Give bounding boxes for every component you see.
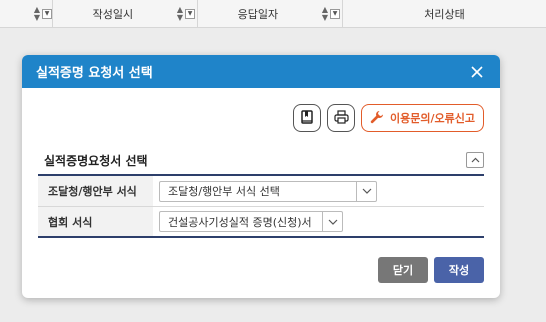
sort-updown-icon[interactable]: ▲ ▼	[322, 6, 328, 22]
table-column-0: ▲ ▼ ▼	[0, 0, 52, 28]
close-button[interactable]: 닫기	[378, 257, 428, 283]
table-column-created: 작성일시 ▲ ▼ ▼	[53, 0, 197, 28]
filter-dropdown-icon[interactable]: ▼	[42, 9, 52, 19]
close-icon[interactable]	[468, 63, 486, 81]
filter-dropdown-icon[interactable]: ▼	[330, 9, 340, 19]
filter-dropdown-icon[interactable]: ▼	[185, 9, 195, 19]
write-button[interactable]: 작성	[434, 257, 484, 283]
request-select-modal: 실적증명 요청서 선택 이용문의/오류신고 실적증명요청서 선택 조달청/행안부…	[22, 55, 500, 298]
print-icon	[333, 109, 349, 127]
chevron-down-icon[interactable]	[322, 212, 342, 231]
modal-footer: 닫기 작성	[378, 257, 484, 283]
chevron-up-icon[interactable]	[466, 152, 484, 168]
modal-toolbar: 이용문의/오류신고	[293, 104, 484, 132]
table-column-status: 처리상태	[424, 8, 465, 21]
form-row-association: 협회 서식 건설공사기성실적 증명(신청)서	[38, 207, 484, 238]
request-form-section: 실적증명요청서 선택 조달청/행안부 서식 조달청/행안부 서식 선택 협회 서…	[38, 146, 484, 238]
sort-updown-icon[interactable]: ▲ ▼	[177, 6, 183, 22]
select-value: 조달청/행안부 서식 선택	[168, 185, 280, 198]
help-report-label: 이용문의/오류신고	[390, 112, 475, 125]
form-label-association: 협회 서식	[38, 207, 153, 236]
chevron-down-icon[interactable]	[356, 181, 376, 201]
table-column-response-date: 응답일자 ▲ ▼ ▼	[198, 0, 342, 28]
modal-title: 실적증명 요청서 선택	[36, 66, 153, 81]
print-button[interactable]	[327, 104, 356, 132]
form-label-procurement: 조달청/행안부 서식	[38, 176, 153, 206]
form-row-procurement: 조달청/행안부 서식 조달청/행안부 서식 선택	[38, 176, 484, 207]
background-table-header: ▲ ▼ ▼ 작성일시 ▲ ▼ ▼ 응답일자 ▲ ▼ ▼ 처리상태	[0, 0, 546, 28]
select-value: 건설공사기성실적 증명(신청)서	[168, 215, 312, 229]
procurement-form-select[interactable]: 조달청/행안부 서식 선택	[159, 180, 377, 202]
book-icon	[300, 109, 314, 127]
wrench-icon	[370, 110, 384, 127]
section-title: 실적증명요청서 선택	[44, 153, 148, 168]
sort-updown-icon[interactable]: ▲ ▼	[34, 6, 40, 22]
help-report-button[interactable]: 이용문의/오류신고	[361, 104, 484, 132]
modal-header: 실적증명 요청서 선택	[22, 55, 500, 88]
section-header: 실적증명요청서 선택	[38, 146, 484, 176]
association-form-select[interactable]: 건설공사기성실적 증명(신청)서	[159, 211, 343, 232]
manual-button[interactable]	[293, 104, 322, 132]
